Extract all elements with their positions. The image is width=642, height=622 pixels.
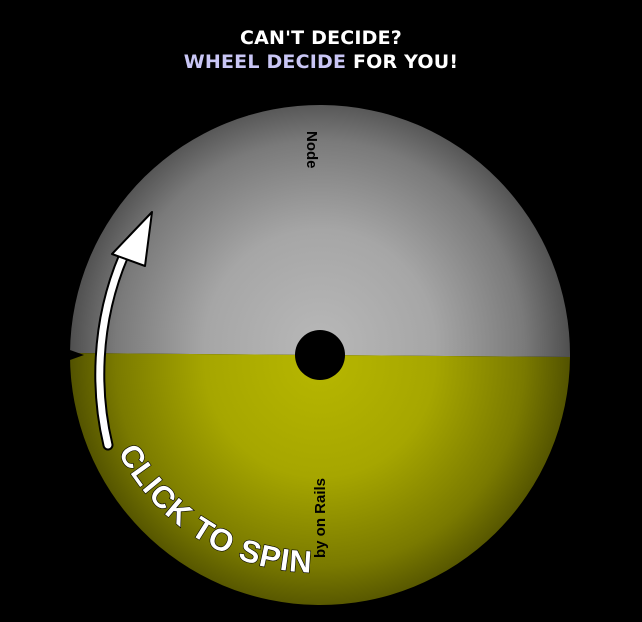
wheel[interactable]: Node by on Rails: [69, 104, 571, 606]
wheel-hub: [295, 330, 345, 380]
segment-label-node: Node: [303, 131, 320, 169]
wheel-canvas: Node by on Rails CLICK TO SPIN: [69, 104, 571, 606]
wheel-decide-page: CAN'T DECIDE? WHEEL DECIDE FOR YOU! Node: [0, 0, 642, 622]
segment-label-ruby-on-rails: by on Rails: [312, 478, 329, 558]
